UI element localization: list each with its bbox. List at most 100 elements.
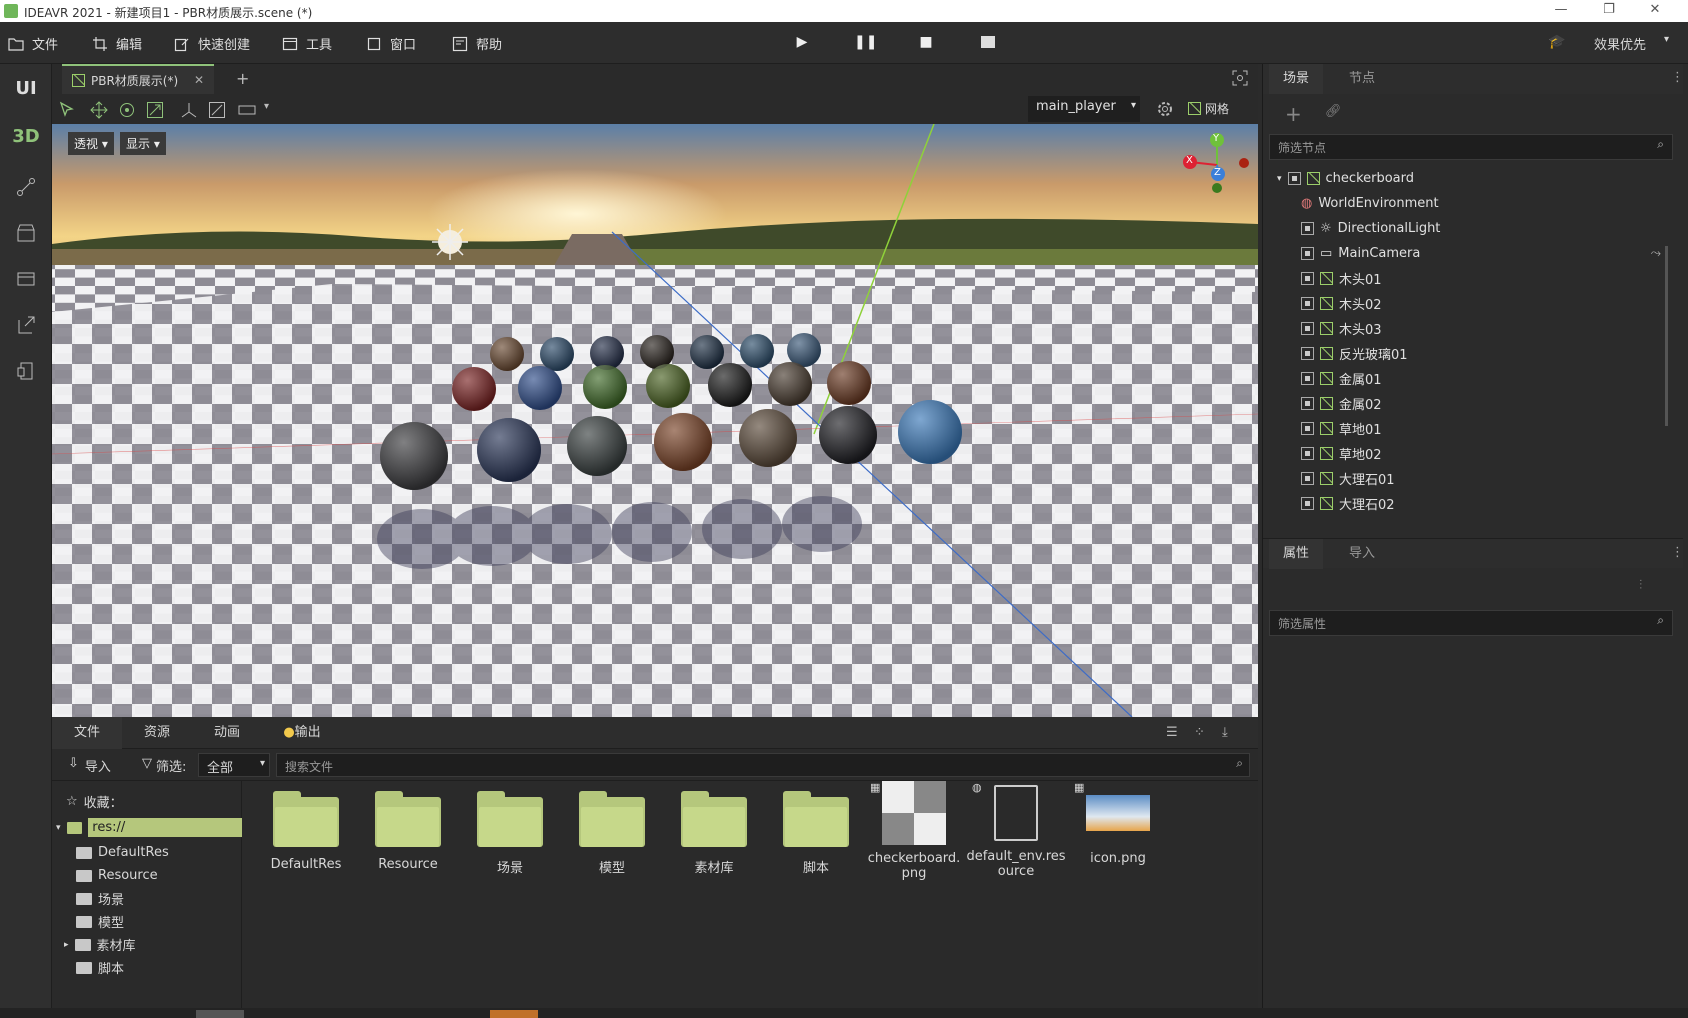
filter-properties-input[interactable]: 筛选属性 ⌕ bbox=[1269, 610, 1673, 636]
menu-help[interactable]: 帮助 bbox=[452, 34, 502, 53]
scene-tab[interactable]: PBR材质展示(*) ✕ bbox=[62, 64, 214, 94]
file-item[interactable]: ◍ default_env.resource bbox=[966, 781, 1066, 879]
quality-select[interactable]: 效果优先 bbox=[1594, 34, 1646, 53]
list-view-icon[interactable]: ☰ bbox=[1166, 725, 1178, 740]
file-item[interactable]: 模型 bbox=[564, 791, 660, 876]
add-node-icon[interactable]: + bbox=[1285, 102, 1302, 126]
graduation-cap-icon[interactable]: 🎓 bbox=[1548, 34, 1565, 50]
tab-import[interactable]: 导入 bbox=[1335, 539, 1389, 569]
visibility-checkbox[interactable] bbox=[1301, 397, 1314, 410]
menu-tools[interactable]: 工具 bbox=[282, 34, 332, 53]
visibility-checkbox[interactable] bbox=[1301, 447, 1314, 460]
snap-tool-icon[interactable] bbox=[208, 101, 226, 119]
axis-tool-icon[interactable] bbox=[180, 101, 198, 119]
add-tab-icon[interactable]: + bbox=[236, 69, 249, 88]
settings-gear-icon[interactable] bbox=[1156, 100, 1174, 122]
3d-mode-button[interactable]: 3D bbox=[0, 126, 52, 147]
sidebar-folder-model[interactable]: 模型 bbox=[76, 909, 124, 934]
visibility-checkbox[interactable] bbox=[1301, 372, 1314, 385]
tree-item-wood03[interactable]: 木头03 bbox=[1301, 316, 1382, 341]
rotate-tool-icon[interactable] bbox=[118, 101, 136, 119]
visibility-checkbox[interactable] bbox=[1301, 222, 1314, 235]
tree-scrollbar[interactable] bbox=[1665, 246, 1668, 426]
device-icon[interactable] bbox=[0, 360, 52, 386]
pause-icon[interactable]: ❚❚ bbox=[854, 34, 877, 54]
visibility-checkbox[interactable] bbox=[1301, 322, 1314, 335]
filter-nodes-input[interactable]: 筛选节点 ⌕ bbox=[1269, 134, 1673, 160]
file-item[interactable]: ▦ checkerboard.png bbox=[864, 781, 964, 881]
tab-resources[interactable]: 资源 bbox=[122, 717, 192, 749]
tree-item-world-environment[interactable]: ◍ WorldEnvironment bbox=[1301, 191, 1439, 216]
link-icon[interactable]: 🔗︎ bbox=[1325, 104, 1342, 119]
script-icon[interactable]: ⤳ bbox=[1651, 246, 1661, 261]
tree-item-grass02[interactable]: 草地02 bbox=[1301, 441, 1382, 466]
more-icon[interactable]: ⋮ bbox=[1671, 545, 1684, 560]
grid-view-icon[interactable]: ⁘ bbox=[1194, 725, 1205, 740]
sidebar-folder-scene[interactable]: 场景 bbox=[76, 886, 124, 911]
tree-item-glass01[interactable]: 反光玻璃01 bbox=[1301, 341, 1408, 366]
player-select[interactable]: main_player ▾ bbox=[1028, 96, 1140, 122]
scale-tool-icon[interactable] bbox=[146, 101, 164, 119]
sidebar-folder-resource[interactable]: Resource bbox=[76, 863, 158, 888]
sidebar-folder-script[interactable]: 脚本 bbox=[76, 955, 124, 980]
file-item[interactable]: DefaultRes bbox=[258, 791, 354, 872]
sidebar-folder-defaultres[interactable]: DefaultRes bbox=[76, 840, 169, 865]
play-icon[interactable]: ▶ bbox=[792, 34, 812, 54]
collapse-icon[interactable]: ⤓ bbox=[1222, 725, 1228, 740]
export-icon[interactable] bbox=[0, 314, 52, 340]
menu-quick-create[interactable]: 快速创建 bbox=[174, 34, 250, 53]
3d-viewport[interactable]: 透视 ▾ 显示 ▾ Y X Z bbox=[52, 124, 1258, 717]
visibility-checkbox[interactable] bbox=[1301, 422, 1314, 435]
fullscreen-icon[interactable] bbox=[1232, 70, 1248, 90]
tree-item-marble01[interactable]: 大理石01 bbox=[1301, 466, 1395, 491]
visibility-checkbox[interactable] bbox=[1301, 347, 1314, 360]
select-tool-icon[interactable] bbox=[58, 101, 76, 119]
favorites-row[interactable]: ☆ 收藏： bbox=[66, 789, 123, 814]
menu-edit[interactable]: 编辑 bbox=[92, 34, 142, 53]
display-menu[interactable]: 显示 ▾ bbox=[120, 132, 166, 155]
sliders-icon[interactable]: ⫶ bbox=[1639, 578, 1642, 593]
tab-nodes[interactable]: 节点 bbox=[1335, 64, 1389, 94]
menu-file[interactable]: 文件 bbox=[8, 34, 58, 53]
visibility-checkbox[interactable] bbox=[1287, 172, 1301, 185]
visibility-checkbox[interactable] bbox=[1301, 297, 1314, 310]
stop-icon[interactable]: ■ bbox=[916, 34, 936, 54]
tab-files[interactable]: 文件 bbox=[52, 717, 122, 749]
visibility-checkbox[interactable] bbox=[1301, 247, 1314, 260]
file-item[interactable]: Resource bbox=[360, 791, 456, 872]
more-icon[interactable]: ⋮ bbox=[1671, 70, 1684, 85]
path-icon[interactable] bbox=[0, 176, 52, 202]
visibility-checkbox[interactable] bbox=[1301, 272, 1314, 285]
tree-item-grass01[interactable]: 草地01 bbox=[1301, 416, 1382, 441]
tab-output[interactable]: ●输出 bbox=[262, 717, 342, 749]
ruler-icon[interactable] bbox=[238, 101, 256, 119]
clapper-icon[interactable] bbox=[978, 34, 998, 54]
sidebar-folder-library[interactable]: ▸ 素材库 bbox=[64, 932, 136, 957]
chevron-down-icon[interactable]: ▾ bbox=[1664, 34, 1669, 45]
tree-item-metal02[interactable]: 金属02 bbox=[1301, 391, 1382, 416]
tab-scene[interactable]: 场景 bbox=[1269, 64, 1324, 94]
tree-item-marble02[interactable]: 大理石02 bbox=[1301, 491, 1395, 516]
menu-window[interactable]: 窗口 bbox=[366, 34, 416, 53]
tree-item-wood01[interactable]: 木头01 bbox=[1301, 266, 1382, 291]
root-row[interactable]: ▾ res:// bbox=[52, 815, 242, 840]
store-icon[interactable] bbox=[0, 222, 52, 248]
tab-animation[interactable]: 动画 bbox=[192, 717, 262, 749]
tree-item-wood02[interactable]: 木头02 bbox=[1301, 291, 1382, 316]
search-files-input[interactable]: 搜索文件 ⌕ bbox=[276, 753, 1250, 777]
restore-icon[interactable]: ❐ bbox=[1594, 2, 1624, 20]
tree-item-main-camera[interactable]: ▭ MainCamera ⤳ bbox=[1301, 241, 1661, 266]
minimize-icon[interactable]: — bbox=[1546, 2, 1576, 20]
visibility-checkbox[interactable] bbox=[1301, 472, 1314, 485]
close-tab-icon[interactable]: ✕ bbox=[194, 73, 204, 87]
tree-item-checkerboard[interactable]: ▾ checkerboard bbox=[1277, 166, 1414, 191]
tree-item-metal01[interactable]: 金属01 bbox=[1301, 366, 1382, 391]
import-button[interactable]: ⇩ 导入 bbox=[68, 756, 111, 775]
perspective-menu[interactable]: 透视 ▾ bbox=[68, 132, 114, 155]
file-item[interactable]: ▦ icon.png bbox=[1068, 781, 1168, 866]
filter-select[interactable]: 全部 ▾ bbox=[198, 753, 270, 777]
file-item[interactable]: 素材库 bbox=[666, 791, 762, 876]
media-icon[interactable] bbox=[0, 268, 52, 294]
close-icon[interactable]: ✕ bbox=[1640, 2, 1670, 20]
file-item[interactable]: 场景 bbox=[462, 791, 558, 876]
